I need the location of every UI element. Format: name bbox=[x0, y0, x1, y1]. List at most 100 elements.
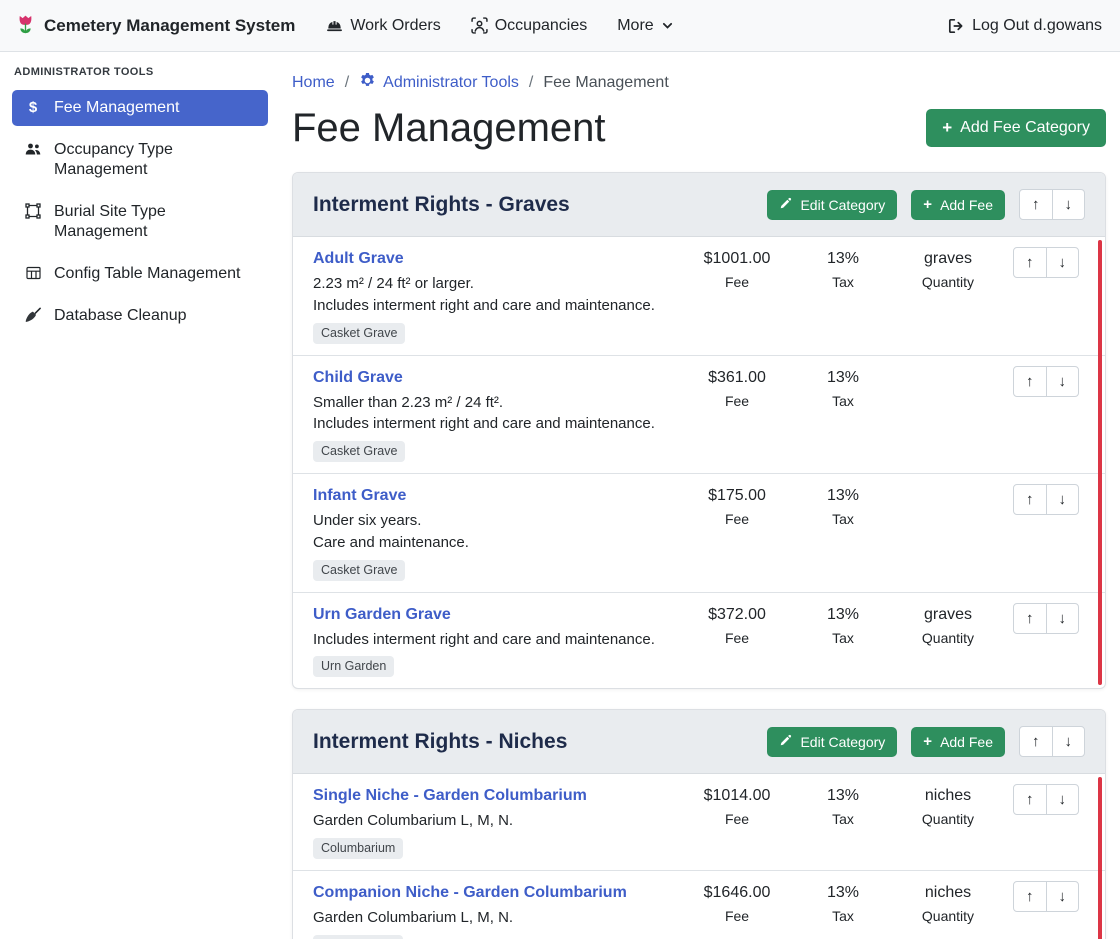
nav-work-orders[interactable]: Work Orders bbox=[311, 9, 455, 43]
move-fee-up-button[interactable]: ↑ bbox=[1013, 603, 1047, 634]
breadcrumb: Home / Administrator Tools / Fee Managem… bbox=[292, 72, 1106, 94]
fee-row: Child Grave Smaller than 2.23 m² / 24 ft… bbox=[293, 356, 1105, 475]
add-fee-label: Add Fee bbox=[940, 734, 993, 750]
fee-name-link[interactable]: Single Niche - Garden Columbarium bbox=[313, 784, 587, 807]
fee-tax-label: Tax bbox=[793, 390, 893, 412]
fee-name-link[interactable]: Companion Niche - Garden Columbarium bbox=[313, 881, 627, 904]
fee-amount-column: $1001.00 Fee bbox=[681, 247, 793, 293]
fee-tax-column: 13% Tax bbox=[793, 247, 893, 293]
fee-quantity-label: Quantity bbox=[893, 271, 1003, 293]
move-fee-up-button[interactable]: ↑ bbox=[1013, 366, 1047, 397]
move-category-up-button[interactable]: ↑ bbox=[1019, 726, 1053, 757]
fee-quantity: niches bbox=[893, 881, 1003, 905]
move-fee-up-button[interactable]: ↑ bbox=[1013, 484, 1047, 515]
fee-amount-column: $1014.00 Fee bbox=[681, 784, 793, 830]
edit-category-button[interactable]: Edit Category bbox=[767, 727, 897, 757]
move-fee-down-button[interactable]: ↓ bbox=[1046, 366, 1080, 397]
fee-quantity-label: Quantity bbox=[893, 627, 1003, 649]
fee-quantity-label: Quantity bbox=[893, 905, 1003, 927]
fee-info: Infant Grave Under six years. Care and m… bbox=[313, 484, 681, 581]
main-content: Home / Administrator Tools / Fee Managem… bbox=[280, 52, 1120, 939]
fee-amount: $1001.00 bbox=[681, 247, 793, 271]
sidebar-item-label: Occupancy Type Management bbox=[54, 140, 256, 180]
fee-description: 2.23 m² / 24 ft² or larger. bbox=[313, 273, 671, 295]
move-fee-down-button[interactable]: ↓ bbox=[1046, 247, 1080, 278]
sidebar-heading: ADMINISTRATOR TOOLS bbox=[12, 62, 268, 90]
move-fee-down-button[interactable]: ↓ bbox=[1046, 603, 1080, 634]
fee-quantity-column: niches Quantity bbox=[893, 881, 1003, 927]
add-fee-category-button[interactable]: + Add Fee Category bbox=[926, 109, 1106, 147]
arrow-down-icon: ↓ bbox=[1059, 887, 1067, 906]
fee-quantity-column: graves Quantity bbox=[893, 603, 1003, 649]
category-title: Interment Rights - Graves bbox=[313, 190, 767, 220]
fee-info: Urn Garden Grave Includes interment righ… bbox=[313, 603, 681, 678]
fee-quantity: graves bbox=[893, 247, 1003, 271]
fee-tax: 13% bbox=[793, 603, 893, 627]
breadcrumb-home-link[interactable]: Home bbox=[292, 74, 335, 92]
fee-tax-label: Tax bbox=[793, 508, 893, 530]
add-fee-category-label: Add Fee Category bbox=[960, 119, 1090, 137]
fee-name-link[interactable]: Infant Grave bbox=[313, 484, 406, 507]
fee-reorder-group: ↑ ↓ bbox=[1013, 603, 1079, 634]
sidebar-item-label: Burial Site Type Management bbox=[54, 202, 256, 242]
card-scrollbar[interactable] bbox=[1098, 777, 1102, 939]
category-reorder-group: ↑ ↓ bbox=[1019, 726, 1085, 757]
fee-type-badge: Columbarium bbox=[313, 838, 403, 859]
sidebar-item-config-table-management[interactable]: Config Table Management bbox=[12, 256, 268, 292]
sidebar-item-occupancy-type-management[interactable]: Occupancy Type Management bbox=[12, 132, 268, 188]
move-fee-up-button[interactable]: ↑ bbox=[1013, 784, 1047, 815]
arrow-down-icon: ↓ bbox=[1059, 372, 1067, 391]
move-fee-down-button[interactable]: ↓ bbox=[1046, 484, 1080, 515]
fee-tax: 13% bbox=[793, 881, 893, 905]
fee-reorder-group: ↑ ↓ bbox=[1013, 247, 1079, 278]
breadcrumb-current: Fee Management bbox=[543, 74, 668, 92]
category-header: Interment Rights - Graves Edit Category … bbox=[293, 173, 1105, 237]
arrow-up-icon: ↑ bbox=[1026, 790, 1034, 809]
breadcrumb-separator: / bbox=[345, 74, 349, 92]
add-fee-button[interactable]: + Add Fee bbox=[911, 190, 1005, 220]
edit-category-label: Edit Category bbox=[800, 197, 885, 213]
move-fee-up-button[interactable]: ↑ bbox=[1013, 881, 1047, 912]
fee-quantity-label: Quantity bbox=[893, 808, 1003, 830]
move-fee-down-button[interactable]: ↓ bbox=[1046, 784, 1080, 815]
move-category-up-button[interactable]: ↑ bbox=[1019, 189, 1053, 220]
edit-category-button[interactable]: Edit Category bbox=[767, 190, 897, 220]
fee-quantity: niches bbox=[893, 784, 1003, 808]
fee-type-badge: Casket Grave bbox=[313, 441, 405, 462]
fee-name-link[interactable]: Urn Garden Grave bbox=[313, 603, 451, 626]
fee-description: Includes interment right and care and ma… bbox=[313, 413, 671, 435]
fee-reorder-group: ↑ ↓ bbox=[1013, 881, 1079, 912]
fee-description: Under six years. bbox=[313, 510, 671, 532]
fee-amount-column: $1646.00 Fee bbox=[681, 881, 793, 927]
fee-name-link[interactable]: Child Grave bbox=[313, 366, 403, 389]
sidebar: ADMINISTRATOR TOOLS $ Fee Management Occ… bbox=[0, 52, 280, 939]
sidebar-item-label: Config Table Management bbox=[54, 264, 241, 284]
plus-icon: + bbox=[923, 735, 932, 749]
move-category-down-button[interactable]: ↓ bbox=[1052, 189, 1086, 220]
fee-tax-label: Tax bbox=[793, 808, 893, 830]
fee-type-badge: Casket Grave bbox=[313, 323, 405, 344]
fee-reorder-group: ↑ ↓ bbox=[1013, 484, 1079, 515]
nav-occupancies[interactable]: Occupancies bbox=[456, 9, 603, 43]
nav-more[interactable]: More bbox=[602, 9, 688, 43]
add-fee-button[interactable]: + Add Fee bbox=[911, 727, 1005, 757]
logout-link[interactable]: Log Out d.gowans bbox=[932, 9, 1104, 43]
top-navbar: Cemetery Management System Work Orders O… bbox=[0, 0, 1120, 52]
fee-tax-label: Tax bbox=[793, 905, 893, 927]
move-category-down-button[interactable]: ↓ bbox=[1052, 726, 1086, 757]
breadcrumb-admin-tools-link[interactable]: Administrator Tools bbox=[359, 72, 519, 94]
people-icon bbox=[24, 141, 42, 157]
category-header: Interment Rights - Niches Edit Category … bbox=[293, 710, 1105, 774]
app-brand: Cemetery Management System bbox=[16, 14, 295, 37]
primary-nav: Work Orders Occupancies More bbox=[311, 9, 688, 43]
arrow-down-icon: ↓ bbox=[1065, 732, 1073, 751]
move-fee-up-button[interactable]: ↑ bbox=[1013, 247, 1047, 278]
fee-name-link[interactable]: Adult Grave bbox=[313, 247, 404, 270]
sidebar-item-database-cleanup[interactable]: Database Cleanup bbox=[12, 298, 268, 334]
sidebar-item-burial-site-type-management[interactable]: Burial Site Type Management bbox=[12, 194, 268, 250]
move-fee-down-button[interactable]: ↓ bbox=[1046, 881, 1080, 912]
fee-info: Child Grave Smaller than 2.23 m² / 24 ft… bbox=[313, 366, 681, 463]
card-scrollbar[interactable] bbox=[1098, 240, 1102, 685]
sidebar-item-fee-management[interactable]: $ Fee Management bbox=[12, 90, 268, 126]
person-bounding-box-icon bbox=[471, 17, 488, 34]
